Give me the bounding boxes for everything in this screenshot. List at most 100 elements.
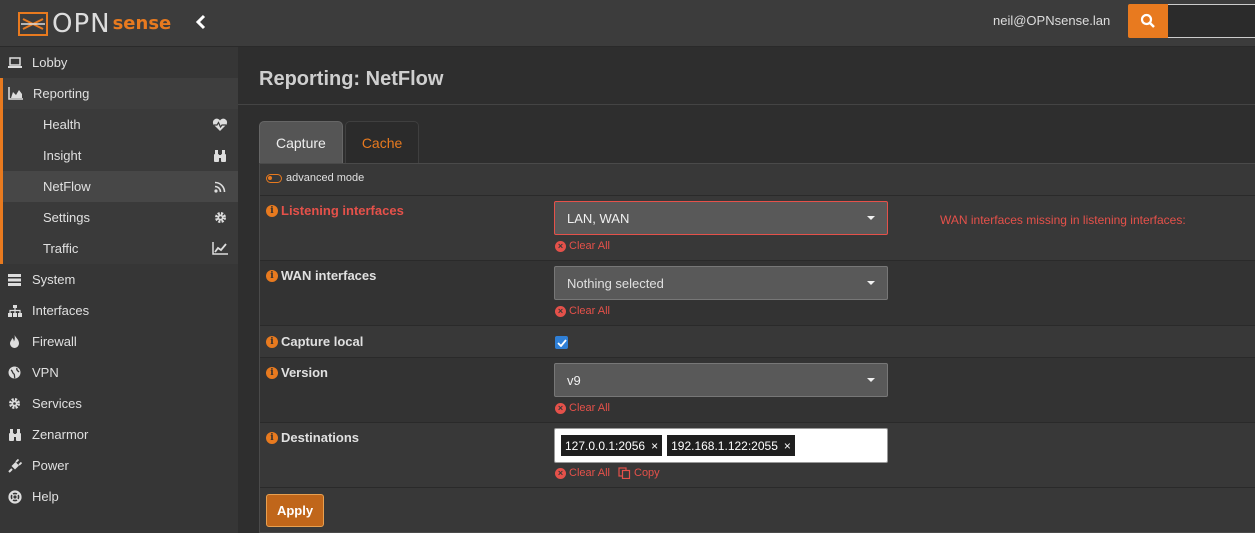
opnsense-logo[interactable]: OPN sense <box>18 9 171 39</box>
sidebar-item-label: Interfaces <box>32 303 90 318</box>
search-button[interactable] <box>1128 4 1168 38</box>
clear-all-link[interactable]: × Clear All <box>555 467 610 479</box>
collapse-sidebar-icon[interactable] <box>192 13 210 35</box>
server-icon <box>7 272 22 287</box>
sidebar-item-label: Insight <box>43 148 82 163</box>
wan-interfaces-label: i WAN interfaces <box>266 268 376 283</box>
binoculars-icon <box>212 148 228 164</box>
top-bar: OPN sense neil@OPNsense.lan <box>0 0 1255 47</box>
field-label-text: Destinations <box>281 430 360 445</box>
listening-interfaces-row: i Listening interfaces LAN, WAN × Clear … <box>260 196 1255 261</box>
sidebar-item-label: Reporting <box>33 86 90 101</box>
field-label-text: WAN interfaces <box>281 268 377 283</box>
apply-button[interactable]: Apply <box>266 494 324 527</box>
sidebar-item-settings[interactable]: Settings <box>3 202 238 233</box>
search-icon <box>1140 13 1155 28</box>
sidebar-item-label: Health <box>43 117 81 132</box>
advanced-mode-row: advanced mode <box>260 164 1255 196</box>
sidebar-item-services[interactable]: Services <box>0 388 238 419</box>
info-icon[interactable]: i <box>266 335 278 348</box>
remove-tag-icon[interactable]: × <box>784 439 791 453</box>
sidebar-item-label: Firewall <box>32 334 77 349</box>
tab-capture[interactable]: Capture <box>259 121 343 163</box>
caret-down-icon <box>867 281 875 285</box>
advanced-mode-label: advanced mode <box>286 172 365 184</box>
listening-interfaces-label: i Listening interfaces <box>266 203 404 218</box>
caret-down-icon <box>867 378 875 382</box>
cog-icon <box>7 396 22 411</box>
version-label: i Version <box>266 365 328 380</box>
sidebar-item-label: NetFlow <box>43 179 91 194</box>
clear-all-link[interactable]: × Clear All <box>555 402 610 414</box>
version-select[interactable]: v9 <box>554 363 888 397</box>
binoculars-icon <box>7 427 22 442</box>
sitemap-icon <box>7 303 22 318</box>
plug-icon <box>7 458 22 473</box>
sidebar-item-insight[interactable]: Insight <box>3 140 238 171</box>
sidebar-item-power[interactable]: Power <box>0 450 238 481</box>
sidebar-item-zenarmor[interactable]: Zenarmor <box>0 419 238 450</box>
info-icon[interactable]: i <box>266 431 278 444</box>
copy-link[interactable]: Copy <box>618 467 660 479</box>
wan-interfaces-row: i WAN interfaces Nothing selected × Clea… <box>260 261 1255 326</box>
capture-local-row: i Capture local <box>260 326 1255 358</box>
field-label-text: Version <box>281 365 328 380</box>
capture-local-checkbox[interactable] <box>555 336 568 349</box>
sidebar-item-reporting[interactable]: Reporting <box>0 78 238 109</box>
listening-interfaces-select[interactable]: LAN, WAN <box>554 201 888 235</box>
destination-tag: 192.168.1.122:2055 × <box>667 435 795 456</box>
toggle-off-icon <box>266 173 282 183</box>
clear-all-link[interactable]: × Clear All <box>555 240 610 252</box>
user-email[interactable]: neil@OPNsense.lan <box>993 13 1110 28</box>
info-icon[interactable]: i <box>266 204 278 217</box>
times-circle-icon: × <box>555 305 566 317</box>
sidebar-item-system[interactable]: System <box>0 264 238 295</box>
times-circle-icon: × <box>555 402 566 414</box>
sidebar-item-firewall[interactable]: Firewall <box>0 326 238 357</box>
sidebar-item-label: System <box>32 272 76 287</box>
remove-tag-icon[interactable]: × <box>651 439 658 453</box>
title-divider <box>238 104 1255 105</box>
area-chart-icon <box>8 86 23 101</box>
fire-icon <box>7 334 22 349</box>
destinations-input[interactable]: 127.0.0.1:2056 × 192.168.1.122:2055 × <box>554 428 888 463</box>
clear-all-text: Clear All <box>569 402 610 414</box>
sidebar-item-interfaces[interactable]: Interfaces <box>0 295 238 326</box>
sidebar-item-netflow[interactable]: NetFlow <box>3 171 238 202</box>
info-icon[interactable]: i <box>266 269 278 282</box>
sidebar-item-label: Lobby <box>32 55 68 70</box>
logo-text: OPN <box>52 9 111 39</box>
times-circle-icon: × <box>555 240 566 252</box>
advanced-mode-toggle[interactable]: advanced mode <box>266 172 364 184</box>
select-value: Nothing selected <box>567 275 664 291</box>
sidebar: Lobby Reporting Health Insight NetFlow S… <box>0 47 238 533</box>
wan-interfaces-select[interactable]: Nothing selected <box>554 266 888 300</box>
search-input[interactable] <box>1168 4 1255 38</box>
sidebar-item-label: VPN <box>32 365 59 380</box>
select-value: v9 <box>567 372 581 388</box>
field-label-text: Listening interfaces <box>281 203 404 218</box>
caret-down-icon <box>867 216 875 220</box>
sidebar-item-health[interactable]: Health <box>3 109 238 140</box>
capture-local-label: i Capture local <box>266 334 363 349</box>
line-chart-icon <box>212 241 228 257</box>
version-row: i Version v9 × Clear All <box>260 358 1255 423</box>
sidebar-item-lobby[interactable]: Lobby <box>0 47 238 78</box>
sidebar-item-traffic[interactable]: Traffic <box>3 233 238 264</box>
tag-text: 127.0.0.1:2056 <box>565 438 646 453</box>
clear-all-text: Clear All <box>569 240 610 252</box>
logo-mark-icon <box>18 11 48 37</box>
laptop-icon <box>7 55 22 70</box>
sidebar-item-help[interactable]: Help <box>0 481 238 512</box>
tab-cache[interactable]: Cache <box>344 121 420 163</box>
clear-all-link[interactable]: × Clear All <box>555 305 610 317</box>
destinations-row: i Destinations 127.0.0.1:2056 × 192.168.… <box>260 423 1255 488</box>
globe-icon <box>7 365 22 380</box>
info-icon[interactable]: i <box>266 366 278 379</box>
sidebar-item-label: Services <box>32 396 82 411</box>
sidebar-item-label: Settings <box>43 210 90 225</box>
sidebar-item-vpn[interactable]: VPN <box>0 357 238 388</box>
copy-icon <box>618 467 631 479</box>
listening-interfaces-warning: WAN interfaces missing in listening inte… <box>940 213 1186 227</box>
main-content: Reporting: NetFlow Capture Cache advance… <box>238 47 1255 533</box>
